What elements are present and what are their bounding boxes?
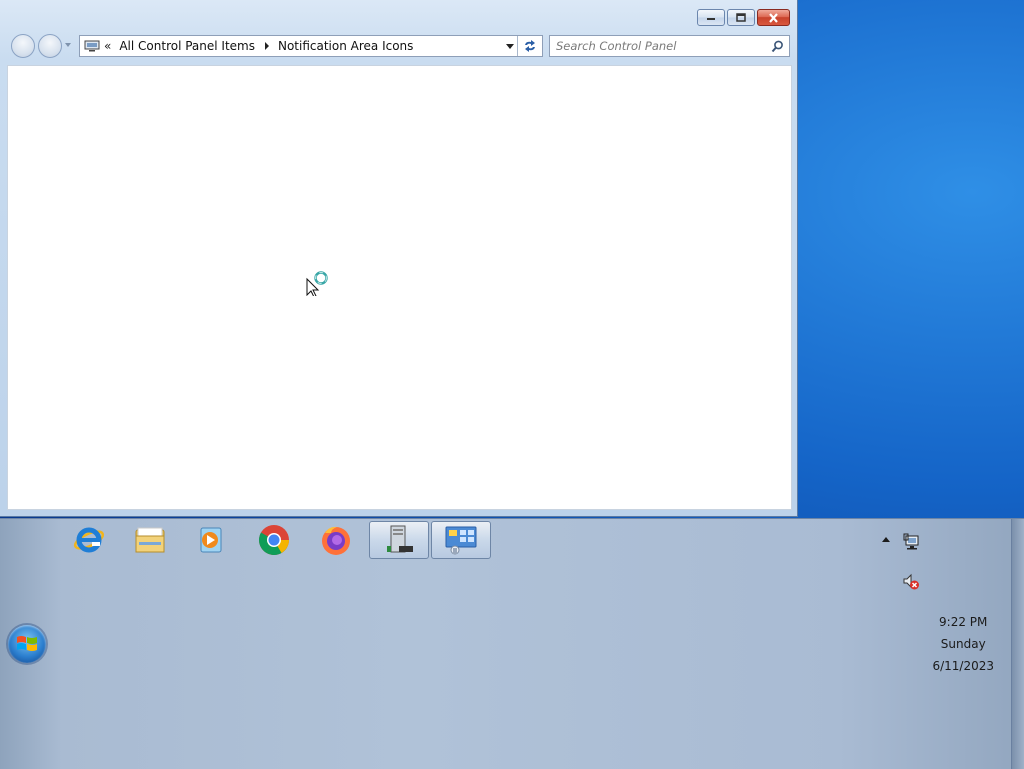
search-box[interactable] <box>549 35 790 57</box>
breadcrumb-overflow-chevron[interactable]: « <box>104 39 111 53</box>
clock-day: Sunday <box>940 637 986 651</box>
maximize-button[interactable] <box>727 9 755 26</box>
search-input[interactable] <box>556 39 766 53</box>
system-clock[interactable]: 9:22 PM Sunday 6/11/2023 <box>932 611 994 677</box>
taskbar-windows-media-player[interactable] <box>182 521 240 559</box>
windows-media-player-icon <box>200 527 222 553</box>
control-panel-window: « All Control Panel Items Notification A… <box>0 0 798 517</box>
recent-pages-dropdown[interactable] <box>65 43 71 47</box>
google-chrome-icon <box>258 525 289 556</box>
firefox-icon <box>322 526 350 555</box>
back-button[interactable] <box>11 34 35 58</box>
minimize-button[interactable] <box>697 9 725 26</box>
close-button[interactable] <box>757 9 790 26</box>
maximize-icon <box>736 13 746 22</box>
navigation-bar: « All Control Panel Items Notification A… <box>8 34 790 58</box>
taskbar-internet-explorer[interactable] <box>60 521 118 559</box>
busy-cursor-icon <box>306 271 328 296</box>
control-panel-location-icon <box>84 40 100 52</box>
network-icon[interactable] <box>902 533 920 551</box>
taskbar-google-chrome[interactable] <box>245 521 303 559</box>
taskbar-server-manager[interactable] <box>369 521 429 559</box>
breadcrumb-notification-area-icons[interactable]: Notification Area Icons <box>278 39 413 53</box>
start-button[interactable] <box>8 625 46 663</box>
volume-muted-icon[interactable] <box>902 573 920 591</box>
control-panel-icon <box>445 526 477 555</box>
clock-time: 9:22 PM <box>939 615 988 629</box>
address-dropdown-arrow[interactable] <box>506 44 514 49</box>
address-bar[interactable]: « All Control Panel Items Notification A… <box>79 35 543 57</box>
windows-explorer-icon <box>135 527 165 553</box>
clock-date: 6/11/2023 <box>932 659 994 673</box>
server-manager-icon <box>387 525 413 553</box>
taskbar-firefox[interactable] <box>307 521 365 559</box>
refresh-icon <box>525 40 535 52</box>
taskbar-control-panel[interactable] <box>431 521 491 559</box>
windows-logo-icon <box>17 636 37 651</box>
content-pane <box>7 65 792 510</box>
refresh-button[interactable] <box>517 36 542 56</box>
internet-explorer-icon <box>73 527 105 553</box>
forward-button[interactable] <box>38 34 62 58</box>
search-icon[interactable] <box>771 40 784 53</box>
show-desktop-button[interactable] <box>1011 519 1024 769</box>
breadcrumb-all-control-panel-items[interactable]: All Control Panel Items <box>119 39 255 53</box>
taskbar: 9:22 PM Sunday 6/11/2023 <box>0 518 1024 769</box>
show-hidden-icons-button[interactable] <box>882 537 890 542</box>
breadcrumb-separator-arrow[interactable] <box>264 42 269 50</box>
caption-buttons <box>697 9 790 26</box>
minimize-icon <box>707 17 715 20</box>
taskbar-windows-explorer[interactable] <box>121 521 179 559</box>
close-icon <box>769 12 778 23</box>
